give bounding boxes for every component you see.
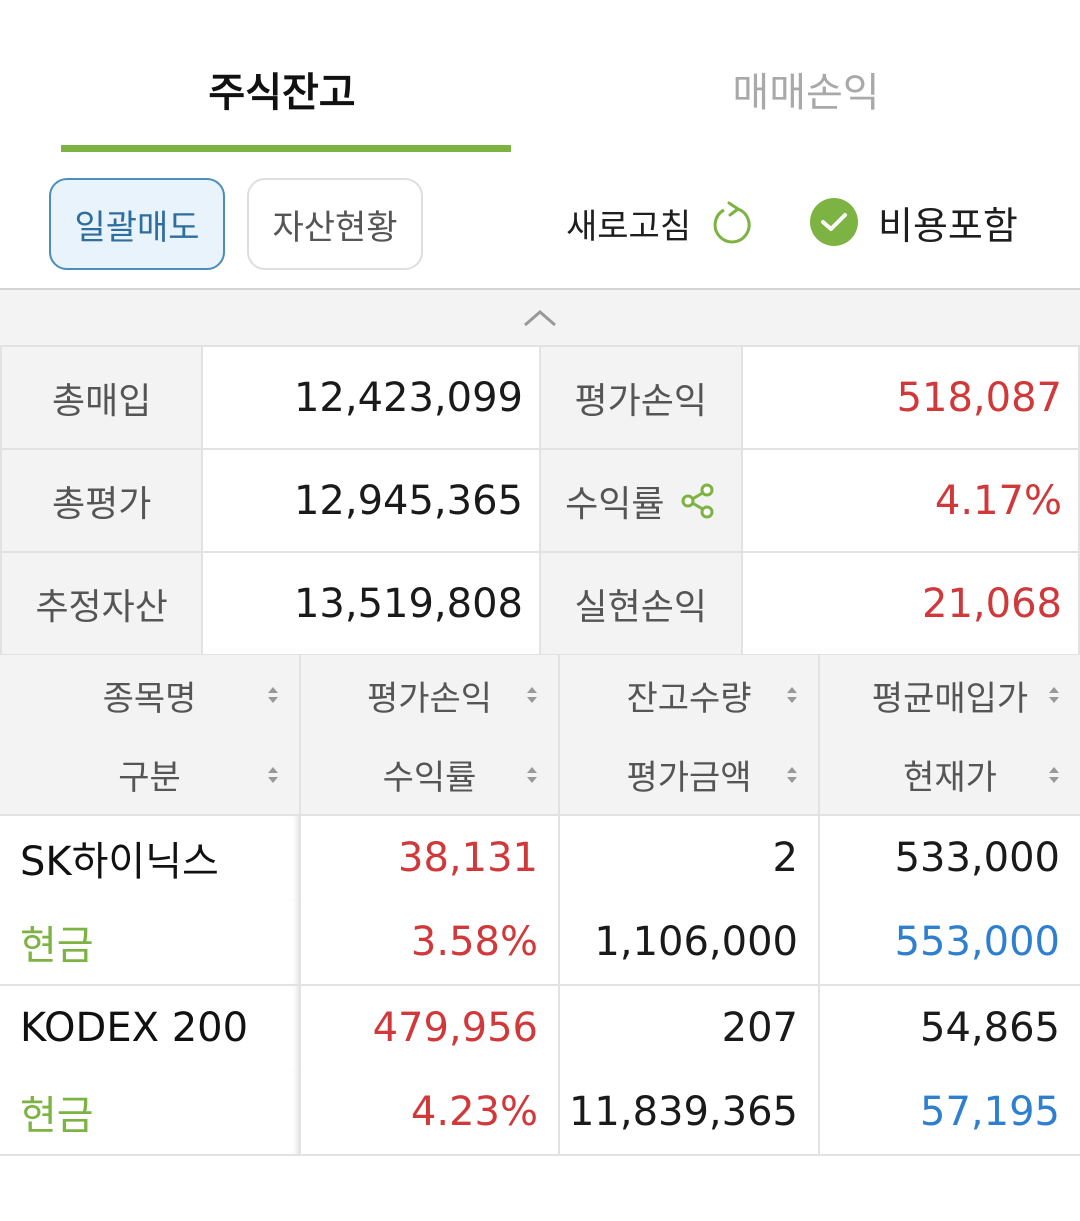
sort-eval-pl-header[interactable]: 평가손익: [299, 655, 559, 735]
tab-stock-balance[interactable]: 주식잔고: [0, 0, 572, 160]
return-value: 4.17%: [740, 448, 1080, 553]
sort-icon: [527, 687, 537, 703]
header-avg-price: 평균매입가: [871, 678, 1029, 719]
sort-name-header[interactable]: 종목명: [0, 655, 300, 735]
stock-qty: 207: [558, 985, 819, 1070]
sort-icon: [787, 766, 797, 783]
stock-eval-amount: 1,106,000: [558, 900, 819, 986]
stock-avg-price: 533,000: [818, 815, 1080, 900]
tab-trade-pl[interactable]: 매매손익: [540, 0, 1080, 160]
header-name: 종목명: [102, 678, 197, 719]
bulk-sell-button[interactable]: 일괄매도: [49, 178, 225, 270]
total-purchase-value: 12,423,099: [201, 345, 541, 450]
realized-pl-value: 21,068: [740, 551, 1080, 656]
stock-eval-pl: 38,131: [299, 815, 559, 900]
eval-pl-label: 평가손익: [539, 345, 743, 450]
tab-bar: 주식잔고 매매손익: [0, 0, 1080, 160]
stock-name[interactable]: SK하이닉스: [0, 815, 300, 900]
table-row[interactable]: SK하이닉스 38,131 2 533,000: [0, 815, 1080, 900]
sort-current-price-header[interactable]: 현재가: [818, 735, 1080, 816]
return-label: 수익률: [565, 483, 665, 525]
table-row[interactable]: 현금 4.23% 11,839,365 57,195: [0, 1070, 1080, 1156]
refresh-button[interactable]: 새로고침: [566, 195, 753, 251]
header-eval-amount: 평가금액: [626, 758, 752, 798]
sort-icon: [1049, 687, 1059, 703]
collapse-summary-button[interactable]: [0, 288, 1080, 346]
sort-return-header[interactable]: 수익률: [299, 735, 559, 816]
total-purchase-label: 총매입: [0, 345, 204, 450]
summary-grid: 총매입 12,423,099 평가손익 518,087 총평가 12,945,3…: [0, 345, 1080, 656]
sort-icon: [268, 766, 278, 783]
stock-return: 4.23%: [299, 1070, 559, 1156]
share-icon[interactable]: [680, 483, 716, 519]
tab-trade-pl-label: 매매손익: [732, 70, 880, 116]
refresh-label: 새로고침: [566, 206, 692, 247]
refresh-icon: [713, 201, 751, 244]
realized-pl-label: 실현손익: [539, 551, 743, 656]
sort-type-header[interactable]: 구분: [0, 735, 300, 816]
sort-icon: [1049, 766, 1059, 783]
stock-eval-amount: 11,839,365: [558, 1070, 819, 1156]
est-asset-label: 추정자산: [0, 551, 204, 656]
chevron-up-icon: [524, 310, 556, 327]
active-tab-indicator: [61, 145, 511, 152]
stock-return: 3.58%: [299, 900, 559, 986]
header-eval-pl: 평가손익: [366, 678, 493, 719]
include-cost-label: 비용포함: [878, 203, 1018, 248]
include-cost-toggle[interactable]: 비용포함: [810, 190, 1018, 254]
header-qty: 잔고수량: [626, 678, 752, 719]
header-current-price: 현재가: [903, 758, 997, 798]
sort-icon: [787, 687, 797, 703]
stock-avg-price: 54,865: [818, 985, 1080, 1070]
stock-qty: 2: [558, 815, 819, 900]
stock-current-price: 553,000: [818, 900, 1080, 986]
table-row[interactable]: KODEX 200 479,956 207 54,865: [0, 985, 1080, 1070]
header-type: 구분: [118, 758, 181, 798]
sort-qty-header[interactable]: 잔고수량: [558, 655, 819, 735]
asset-status-button[interactable]: 자산현황: [247, 178, 423, 270]
sort-avg-price-header[interactable]: 평균매입가: [818, 655, 1080, 735]
stock-type: 현금: [0, 900, 300, 986]
table-row[interactable]: 현금 3.58% 1,106,000 553,000: [0, 900, 1080, 986]
check-circle-icon: [810, 198, 858, 246]
total-eval-value: 12,945,365: [201, 448, 541, 553]
header-return: 수익률: [382, 758, 477, 798]
eval-pl-value: 518,087: [740, 345, 1080, 450]
est-asset-value: 13,519,808: [201, 551, 541, 656]
sort-icon: [527, 766, 537, 783]
return-label-cell: 수익률: [539, 448, 743, 553]
total-eval-label: 총평가: [0, 448, 204, 553]
sort-eval-amount-header[interactable]: 평가금액: [558, 735, 819, 816]
stock-current-price: 57,195: [818, 1070, 1080, 1156]
holdings-table: 종목명 평가손익 잔고수량 평균매입가 구분 수익률 평가금액 현재가 SK하이…: [0, 655, 1080, 1156]
stock-eval-pl: 479,956: [299, 985, 559, 1070]
stock-type: 현금: [0, 1070, 300, 1156]
stock-name[interactable]: KODEX 200: [0, 985, 300, 1070]
sort-icon: [268, 687, 278, 703]
tab-stock-balance-label: 주식잔고: [208, 70, 356, 116]
